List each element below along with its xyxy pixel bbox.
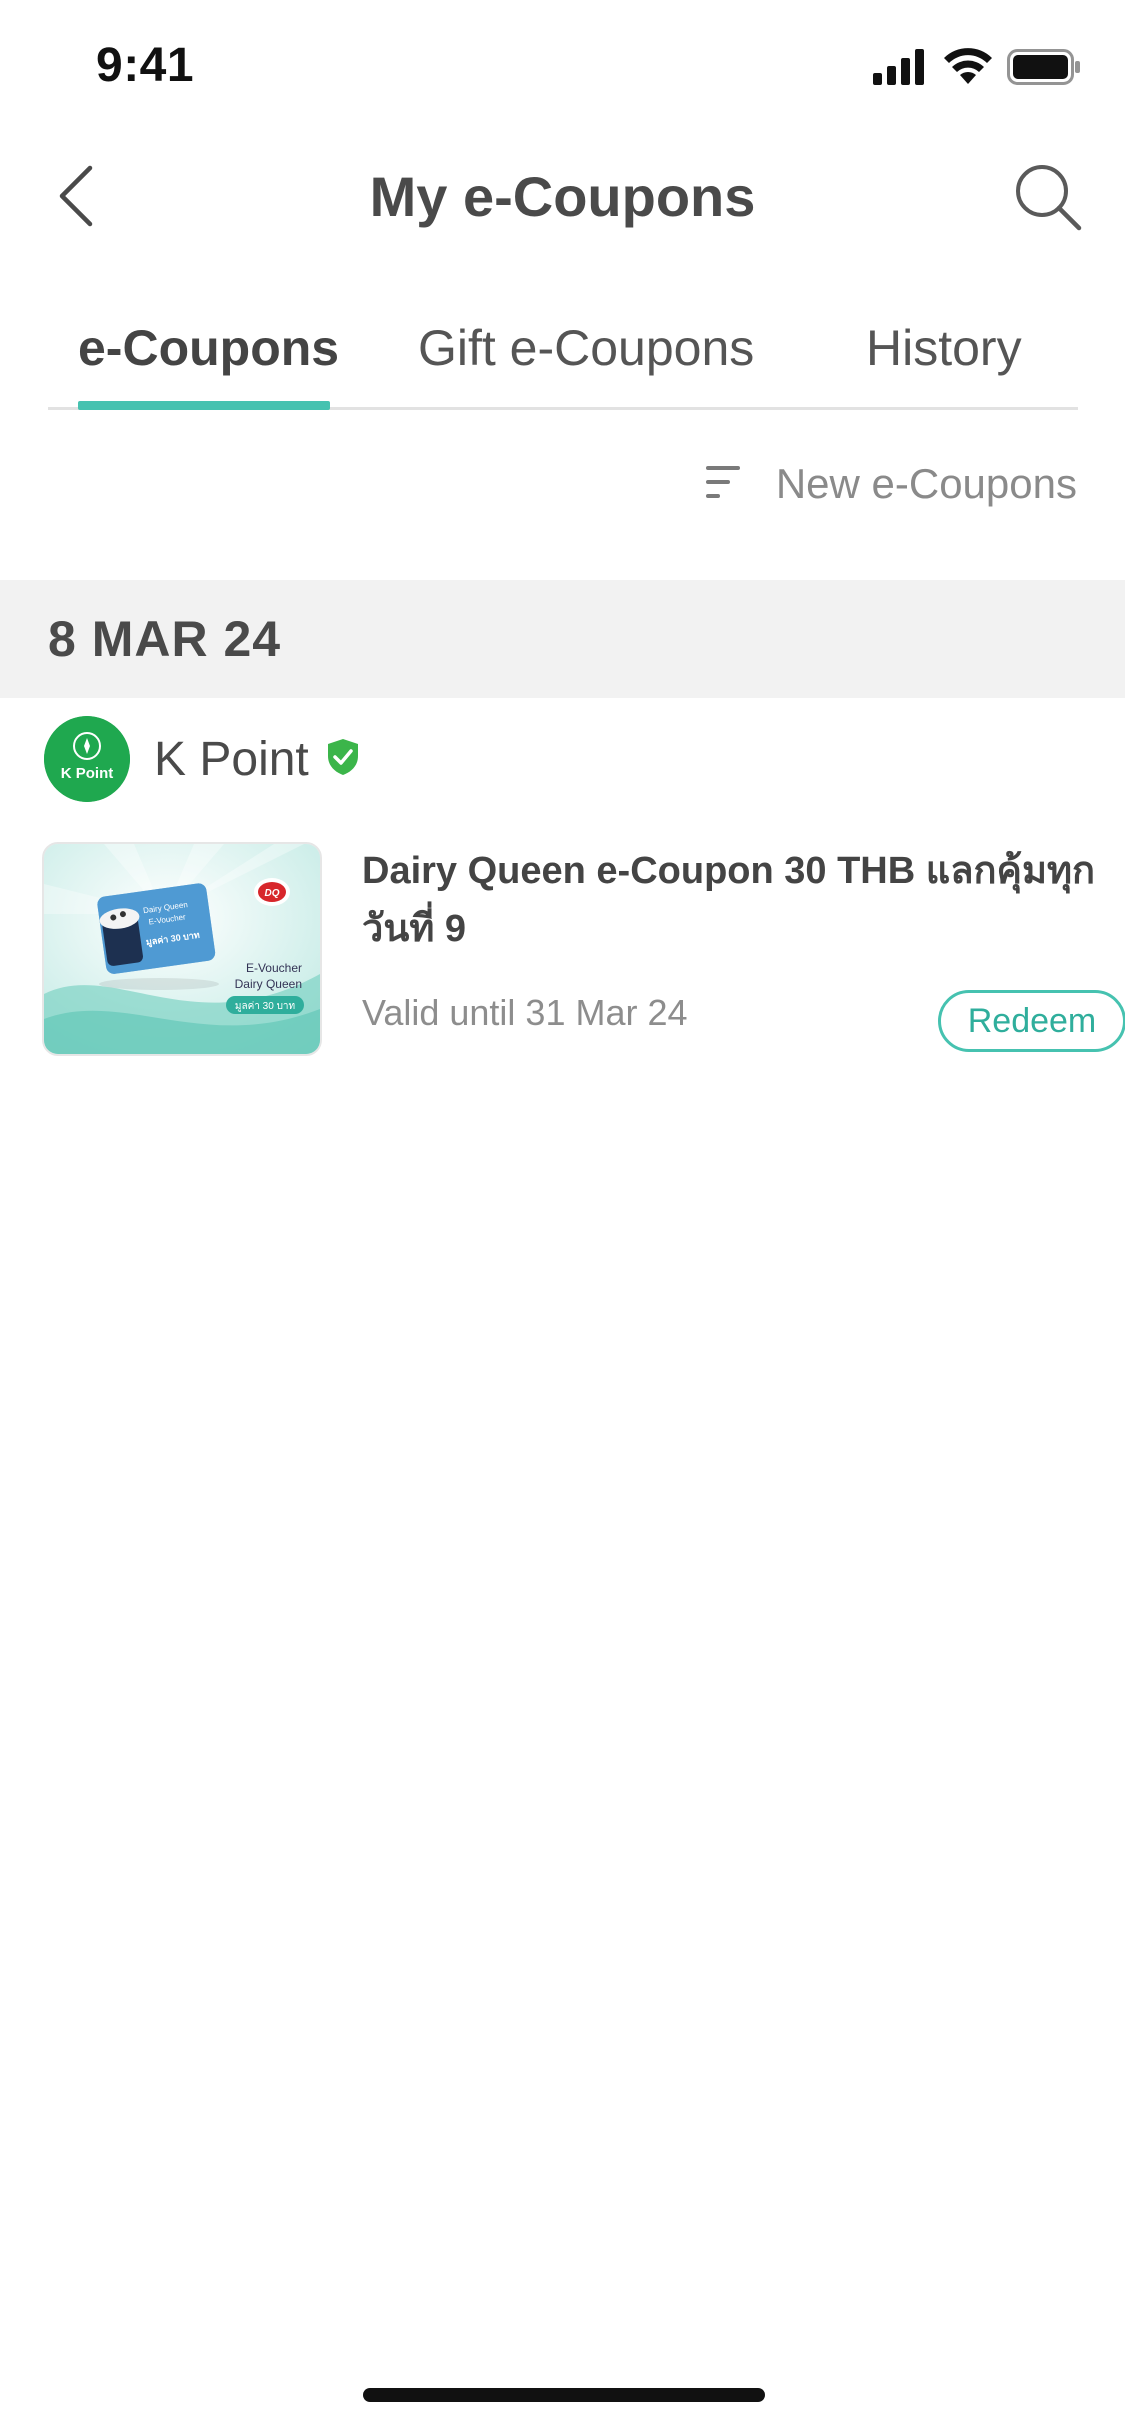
verified-shield-icon (325, 737, 361, 782)
thumb-badge: มูลค่า 30 บาท (235, 1001, 295, 1012)
battery-icon (1007, 49, 1081, 90)
status-bar: 9:41 (0, 0, 1125, 132)
status-time: 9:41 (96, 39, 195, 92)
active-tab-indicator (78, 401, 330, 410)
redeem-button[interactable]: Redeem (938, 990, 1125, 1052)
dq-logo: DQ (265, 888, 280, 899)
sort-icon (705, 464, 742, 505)
tab-e-coupons[interactable]: e-Coupons (78, 319, 339, 377)
k-point-logo: K Point (44, 716, 130, 802)
date-section-header: 8 MAR 24 (0, 580, 1125, 698)
coupon-valid-until: Valid until 31 Mar 24 (362, 992, 688, 1033)
status-icons (873, 48, 1081, 91)
merchant-row: K Point K Point (44, 716, 361, 802)
tab-history[interactable]: History (866, 319, 1022, 377)
thumb-label2: Dairy Queen (235, 977, 302, 991)
tab-bar: e-Coupons Gift e-Coupons History (48, 305, 1078, 410)
k-point-logo-text: K Point (61, 765, 114, 782)
search-button[interactable] (1011, 162, 1085, 236)
home-indicator (363, 2388, 765, 2402)
sort-label: New e-Coupons (775, 460, 1077, 507)
merchant-name: K Point (154, 732, 309, 786)
sort-button[interactable]: New e-Coupons (705, 460, 1077, 508)
tab-gift-e-coupons[interactable]: Gift e-Coupons (418, 319, 754, 377)
coupon-card[interactable]: Dairy Queen E-Voucher มูลค่า 30 บาท DQ E… (42, 842, 1125, 1056)
thumb-label1: E-Voucher (246, 961, 302, 975)
page-title: My e-Coupons (369, 165, 756, 228)
section-date: 8 MAR 24 (48, 611, 282, 667)
nav-bar: My e-Coupons (0, 140, 1125, 256)
coupon-thumbnail: Dairy Queen E-Voucher มูลค่า 30 บาท DQ E… (42, 842, 322, 1056)
coupon-title: Dairy Queen e-Coupon 30 THB แลกคุ้มทุกวั… (362, 850, 1096, 950)
search-icon (1013, 162, 1083, 237)
cellular-signal-icon (873, 49, 929, 90)
wifi-icon (943, 48, 993, 91)
